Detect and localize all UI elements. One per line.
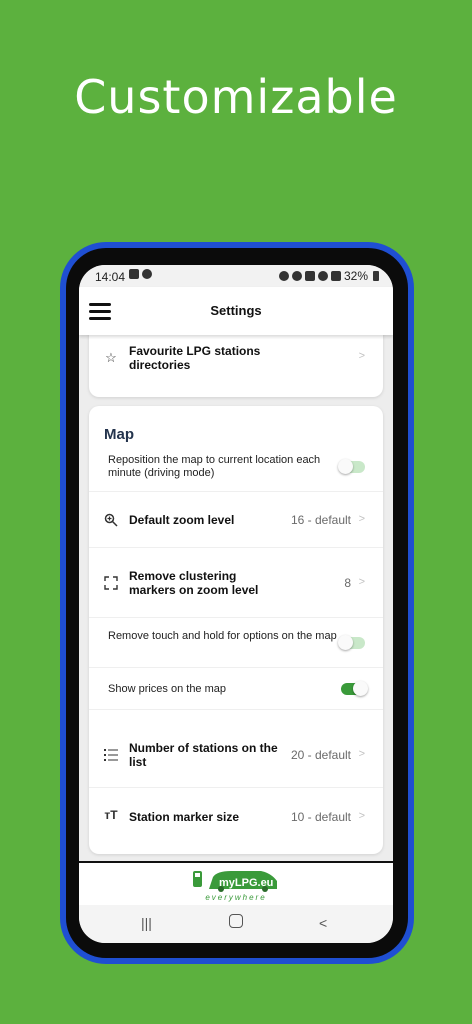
touch-hold-row[interactable]: Remove touch and hold for options on the…: [89, 618, 383, 668]
footer-banner[interactable]: myLPG.eu everywhere: [79, 863, 393, 905]
status-bar: 14:04 32%: [79, 265, 393, 287]
list-icon: [104, 748, 118, 762]
favourites-label: Favourite LPG stations directories: [129, 344, 261, 372]
star-icon: ☆: [105, 350, 117, 365]
section-title-map: Map: [104, 426, 134, 443]
stations-count-value: 20 - default: [290, 748, 351, 762]
favourites-row[interactable]: ☆ Favourite LPG stations directories >: [89, 335, 383, 397]
zoom-level-row[interactable]: Default zoom level 16 - default >: [89, 492, 383, 548]
phone-screen: 14:04 32% Settings ☆ Favourite LPG stati…: [79, 265, 393, 943]
chevron-right-icon: >: [358, 350, 365, 362]
headline: Customizable: [74, 70, 398, 124]
stations-count-label: Number of stations on the list: [129, 741, 278, 769]
shield-icon: [142, 269, 152, 279]
status-left-icons: [129, 269, 152, 279]
link-icon: [278, 271, 289, 281]
zoom-level-label: Default zoom level: [129, 513, 235, 527]
clustering-label: Remove clustering markers on zoom level: [129, 569, 259, 597]
page-title: Settings: [210, 303, 262, 318]
status-right-icons: 32%: [278, 269, 379, 283]
status-time: 14:04: [95, 270, 126, 284]
battery-icon: [373, 271, 379, 281]
chevron-right-icon: >: [358, 810, 365, 822]
stations-count-row[interactable]: Number of stations on the list 20 - defa…: [89, 710, 383, 788]
mute-icon: [304, 271, 315, 281]
menu-icon[interactable]: [89, 303, 111, 320]
gallery-icon: [129, 269, 139, 279]
logo-subtext: everywhere: [205, 893, 267, 902]
mylpg-logo: myLPG.eu everywhere: [191, 867, 281, 903]
touch-hold-label: Remove touch and hold for options on the…: [108, 630, 337, 642]
wifi-icon: [317, 271, 328, 281]
back-icon[interactable]: <: [319, 915, 327, 931]
chevron-right-icon: >: [358, 748, 365, 760]
show-prices-row[interactable]: Show prices on the map: [89, 668, 383, 710]
logo-text: myLPG.eu: [219, 877, 274, 889]
zoom-icon: [104, 513, 118, 527]
map-settings-card: Map Reposition the map to current locati…: [89, 406, 383, 854]
battery-percent: 32%: [343, 269, 368, 283]
chevron-right-icon: >: [358, 513, 365, 525]
signal-icon: [330, 271, 341, 281]
system-nav-bar: ||| <: [79, 905, 393, 943]
show-prices-toggle[interactable]: [341, 681, 368, 696]
recent-apps-icon[interactable]: |||: [141, 915, 152, 931]
cluster-icon: [104, 576, 118, 590]
zoom-level-value: 16 - default: [290, 513, 351, 527]
settings-list[interactable]: ☆ Favourite LPG stations directories > M…: [79, 335, 393, 861]
reposition-map-toggle[interactable]: [338, 459, 365, 474]
clustering-value: 8: [344, 576, 351, 590]
show-prices-label: Show prices on the map: [108, 683, 227, 695]
chevron-right-icon: >: [358, 576, 365, 588]
marker-size-row[interactable]: ᴛT Station marker size 10 - default >: [89, 788, 383, 848]
favourites-card: ☆ Favourite LPG stations directories >: [89, 335, 383, 397]
touch-hold-toggle[interactable]: [338, 635, 365, 650]
home-icon[interactable]: [229, 914, 243, 928]
reposition-map-row[interactable]: Reposition the map to current location e…: [89, 450, 383, 492]
text-size-icon: ᴛT: [104, 808, 118, 822]
marker-size-label: Station marker size: [129, 810, 240, 824]
reposition-map-label: Reposition the map to current location e…: [108, 454, 321, 479]
marker-size-value: 10 - default: [290, 810, 351, 824]
alarm-icon: [291, 271, 302, 281]
clustering-row[interactable]: Remove clustering markers on zoom level …: [89, 548, 383, 618]
app-bar: Settings: [79, 287, 393, 335]
